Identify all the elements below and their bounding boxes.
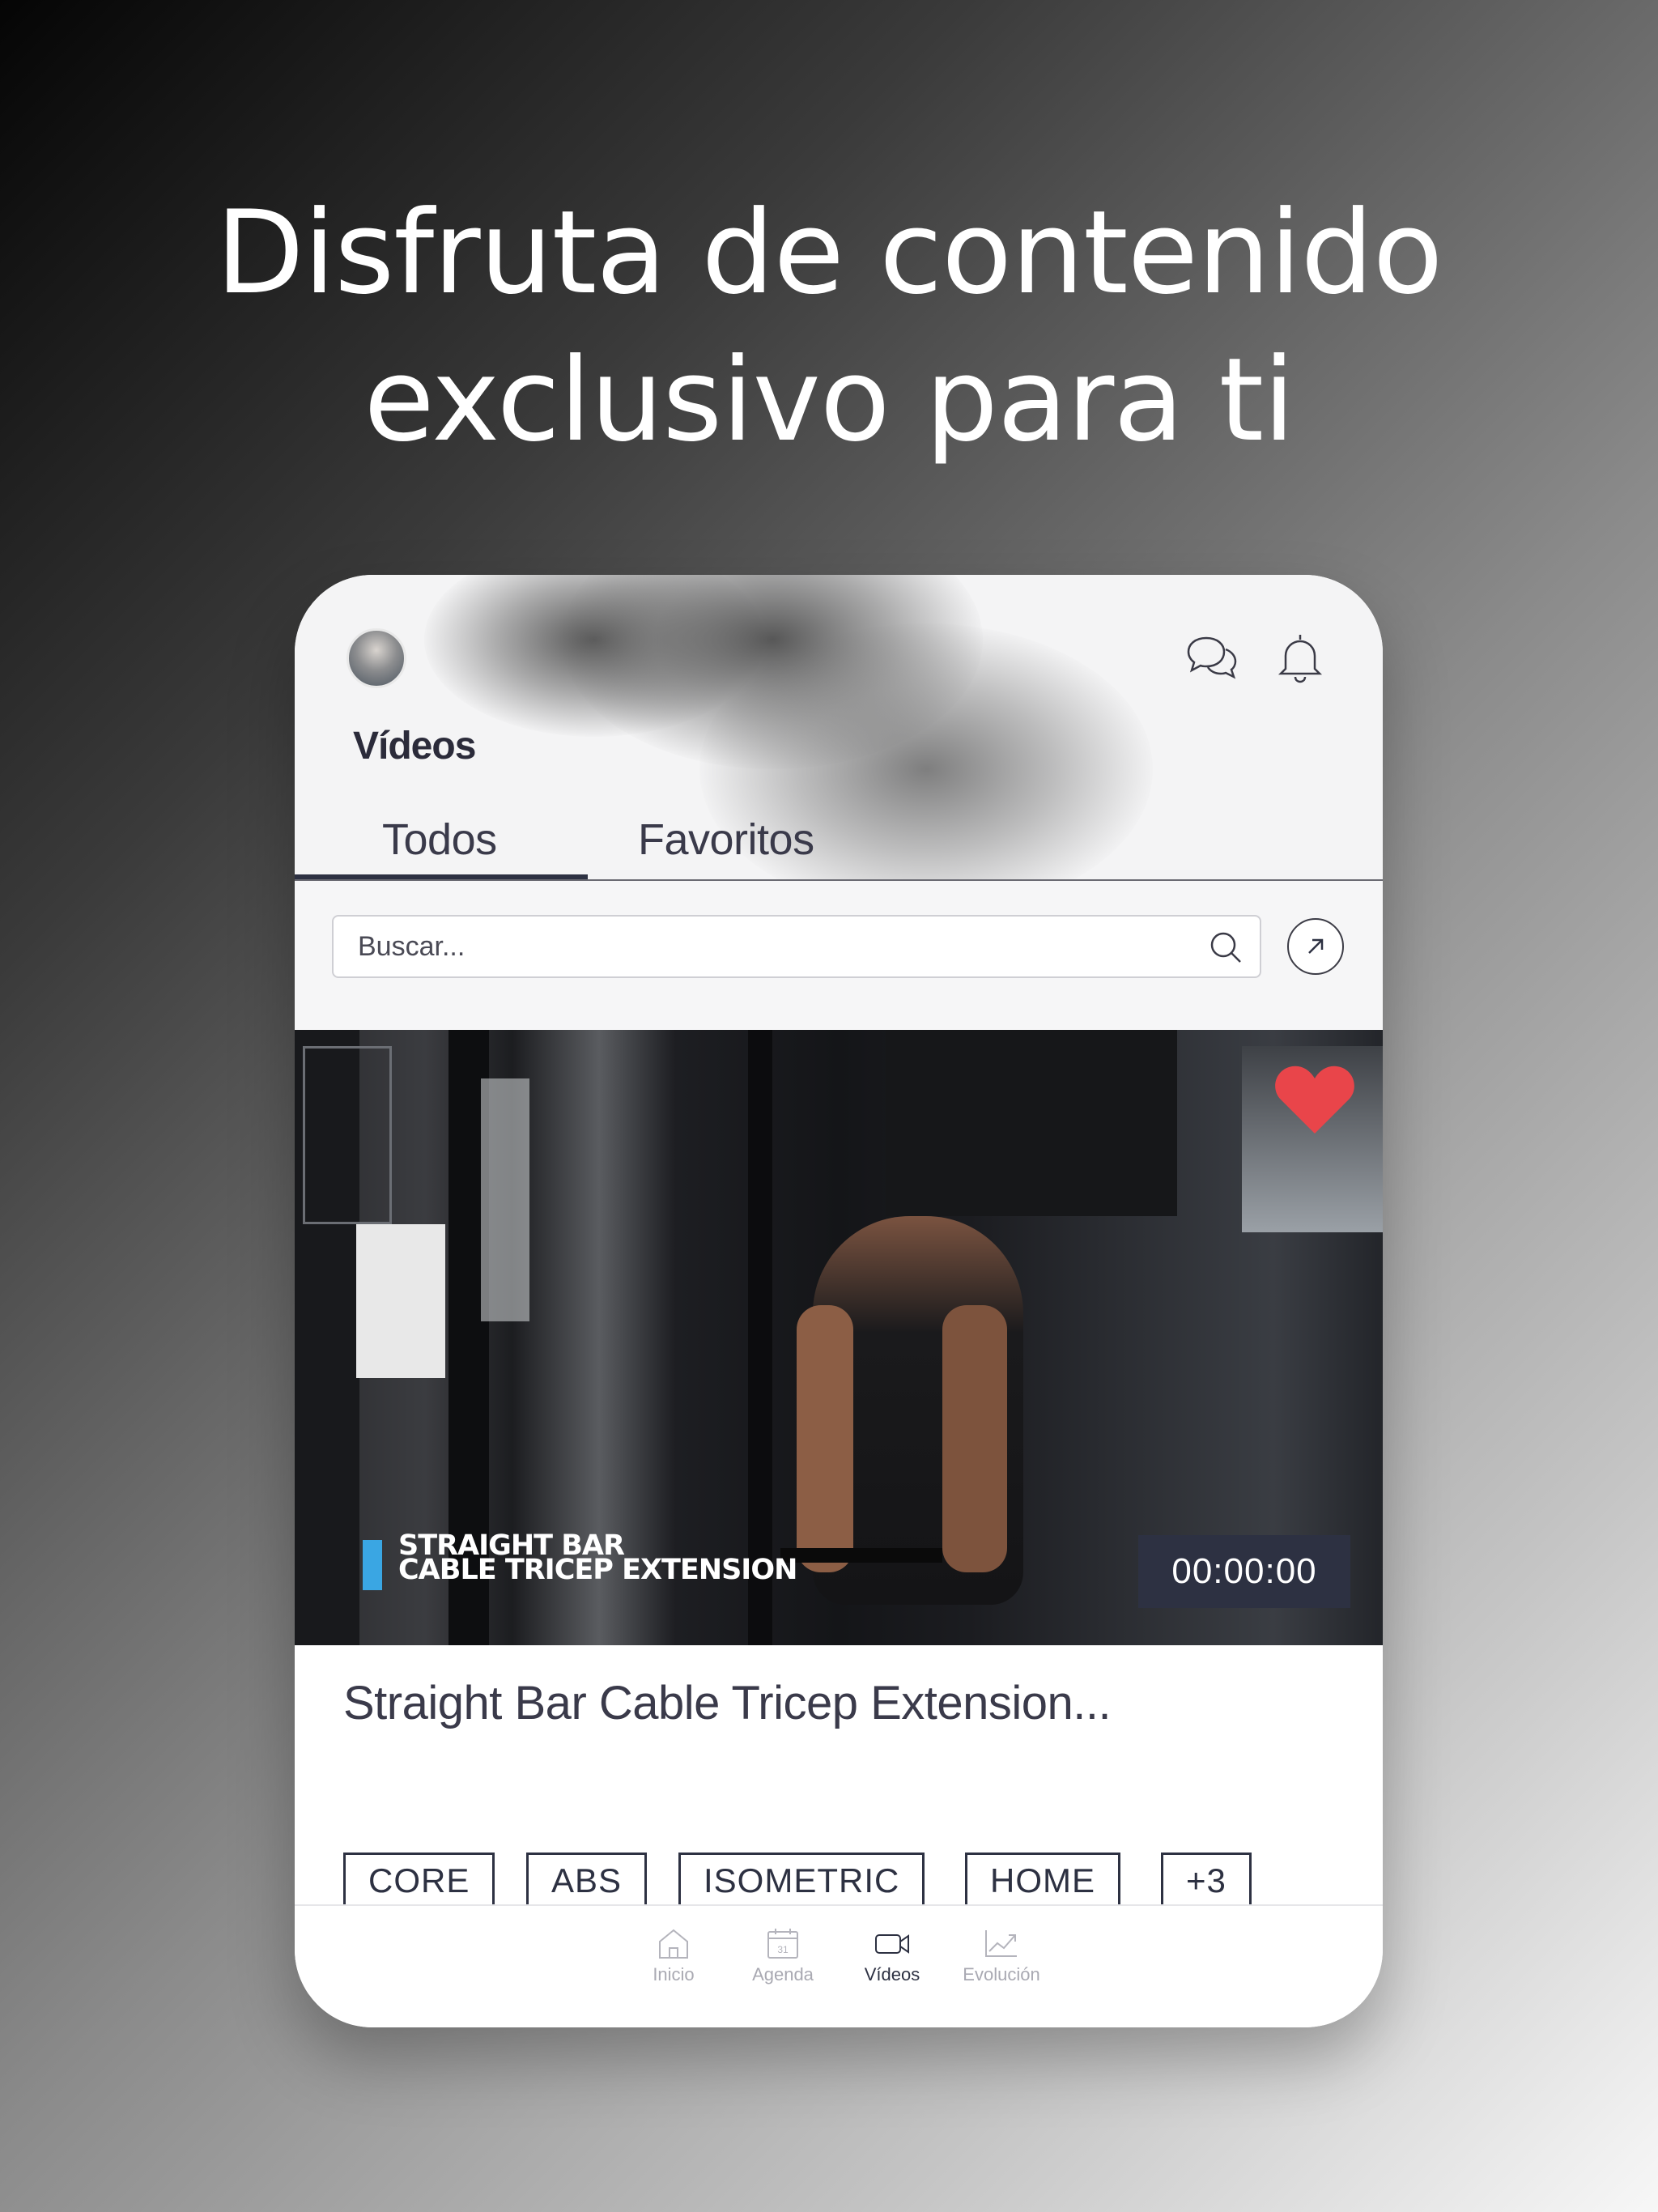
caption-line-2: CABLE TRICEP EXTENSION: [398, 1554, 797, 1586]
duration-badge: 00:00:00: [1138, 1535, 1350, 1608]
banner: [886, 1030, 1177, 1216]
nav-label: Inicio: [653, 1964, 695, 1984]
avatar[interactable]: [346, 628, 406, 688]
page-title: Vídeos: [353, 725, 476, 768]
window-light: [481, 1078, 529, 1321]
device-frame: Vídeos Todos Favoritos STRAIGHT: [295, 575, 1383, 2027]
search-input[interactable]: [358, 917, 1167, 976]
tag-more[interactable]: +3: [1161, 1853, 1252, 1904]
athlete-arm: [797, 1305, 853, 1572]
paper-sheet: [356, 1224, 445, 1378]
calendar-day: 31: [777, 1944, 789, 1955]
search-field[interactable]: [332, 915, 1261, 978]
nav-label: Vídeos: [864, 1964, 920, 1984]
nav-label: Evolución: [963, 1964, 1040, 1984]
headline: Disfruta de contenido exclusivo para ti: [0, 180, 1658, 474]
chat-icon[interactable]: [1182, 628, 1240, 687]
heart-icon[interactable]: [1273, 1062, 1357, 1137]
nav-label: Agenda: [752, 1964, 814, 1984]
video-title[interactable]: Straight Bar Cable Tricep Extension...: [343, 1676, 1112, 1730]
tag-abs[interactable]: ABS: [526, 1853, 648, 1904]
bottom-nav: Inicio 31 Agenda Vídeos Evolución: [295, 1904, 1383, 2027]
blurred-title: [699, 623, 1153, 915]
app-header: Vídeos Todos Favoritos: [295, 575, 1383, 915]
video-camera-icon: [875, 1934, 909, 1954]
nav-evolucion[interactable]: Evolución: [949, 1927, 1054, 1985]
headline-line-1: Disfruta de contenido: [215, 186, 1443, 320]
tag-isometric[interactable]: ISOMETRIC: [678, 1853, 925, 1904]
athlete-arm: [942, 1305, 1007, 1572]
tag-home[interactable]: HOME: [965, 1853, 1120, 1904]
headline-line-2: exclusivo para ti: [363, 334, 1295, 467]
tag-core[interactable]: CORE: [343, 1853, 495, 1904]
home-icon: [659, 1929, 688, 1959]
calendar-icon: 31: [767, 1929, 798, 1959]
search-icon[interactable]: [1208, 929, 1244, 965]
nav-inicio[interactable]: Inicio: [621, 1927, 726, 1985]
arrow-up-right-icon: [1308, 938, 1324, 954]
tab-todos[interactable]: Todos: [382, 815, 497, 865]
nav-agenda[interactable]: 31 Agenda: [730, 1927, 835, 1985]
nav-videos[interactable]: Vídeos: [840, 1927, 945, 1985]
video-caption: STRAIGHT BAR CABLE TRICEP EXTENSION: [398, 1532, 797, 1586]
tab-favoritos[interactable]: Favoritos: [638, 815, 814, 865]
cable-bar: [780, 1548, 942, 1563]
caption-accent: [363, 1540, 382, 1590]
expand-button[interactable]: [1287, 918, 1344, 975]
chart-board: [303, 1046, 392, 1224]
trend-chart-icon: [985, 1930, 1017, 1957]
bell-icon[interactable]: [1271, 628, 1329, 687]
